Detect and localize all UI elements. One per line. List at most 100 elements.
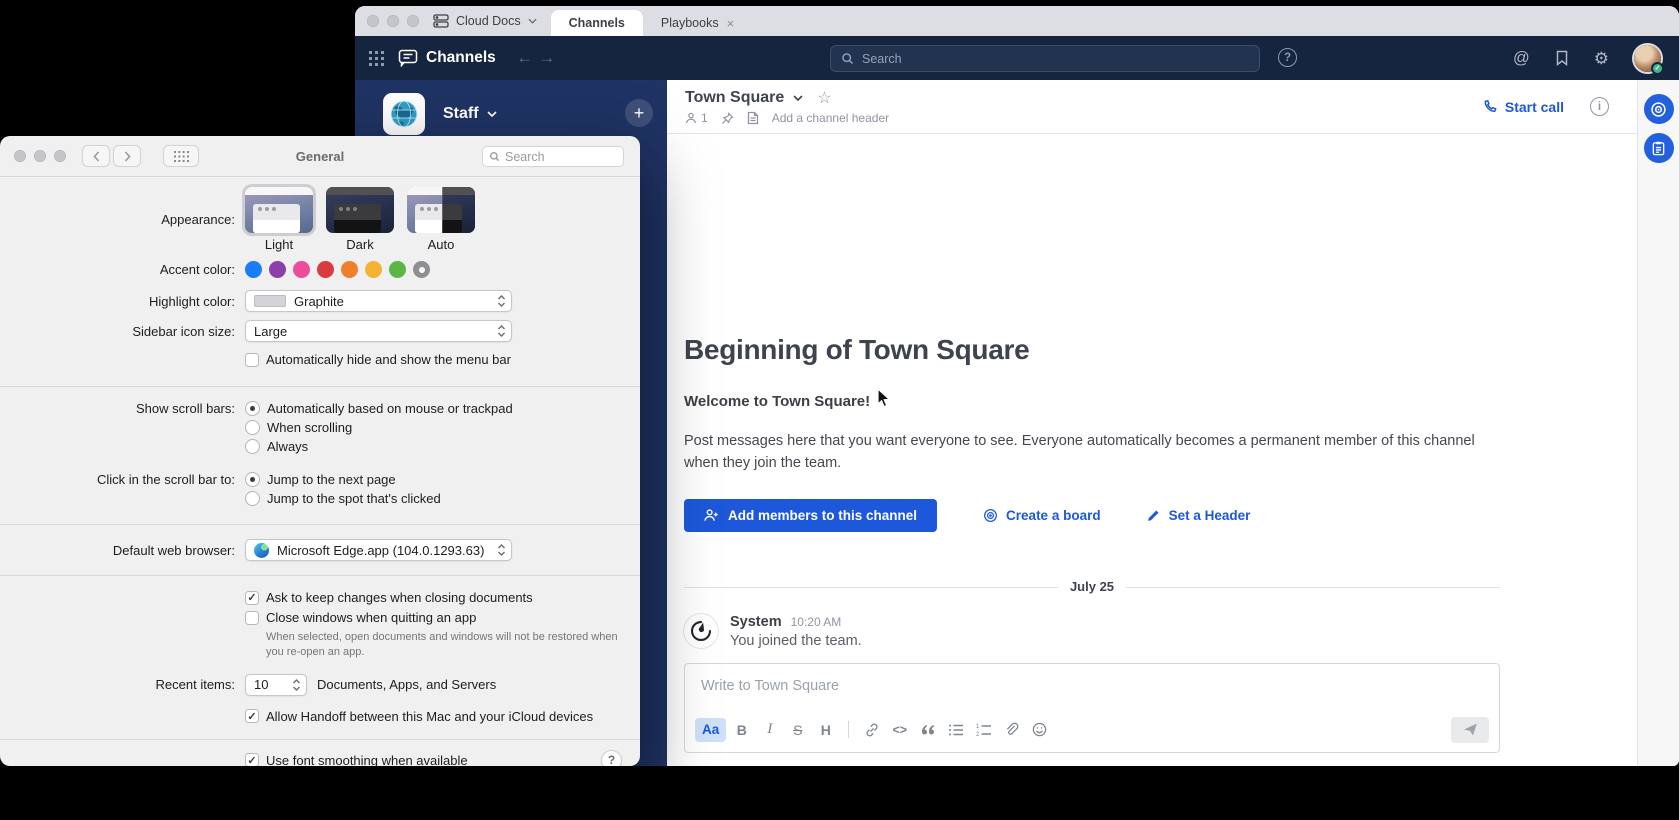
recent-items-dropdown[interactable]: 10 <box>245 674 307 696</box>
chevron-down-icon[interactable] <box>793 95 803 101</box>
accent-pink[interactable] <box>293 261 310 278</box>
member-icon <box>685 112 697 124</box>
appearance-option-dark[interactable]: Dark <box>326 187 394 252</box>
link-icon[interactable] <box>859 718 884 742</box>
history-back-icon[interactable]: ← <box>514 48 536 68</box>
start-call-button[interactable]: Start call <box>1483 99 1564 115</box>
keep-changes-checkbox[interactable]: ✓ Ask to keep changes when closing docum… <box>245 590 640 605</box>
bold-button[interactable]: B <box>729 718 754 742</box>
bulleted-list-icon[interactable] <box>943 718 968 742</box>
member-count[interactable]: 1 <box>685 111 708 125</box>
close-windows-checkbox[interactable]: ✓ Close windows when quitting an app <box>245 610 640 625</box>
add-channel-header-link[interactable]: Add a channel header <box>772 111 889 125</box>
global-header: Channels ← → ? @ ⚙ ✓ <box>355 36 1679 80</box>
scroll-click-next-page[interactable]: Jump to the next page <box>245 472 640 487</box>
channel-panel: Town Square ☆ 1 <box>667 80 1637 766</box>
italic-button[interactable]: I <box>757 718 782 742</box>
message-input[interactable] <box>701 678 1483 694</box>
server-menu[interactable]: Cloud Docs <box>429 6 551 36</box>
accent-yellow[interactable] <box>365 261 382 278</box>
show-all-grid-icon[interactable] <box>163 145 199 167</box>
tab-playbooks[interactable]: Playbooks × <box>643 10 752 36</box>
prefs-search-input[interactable] <box>505 150 617 164</box>
code-icon[interactable]: <> <box>887 718 912 742</box>
default-browser-label: Default web browser: <box>0 543 245 558</box>
heading-button[interactable]: H <box>813 718 838 742</box>
add-person-icon <box>704 508 719 522</box>
accent-orange[interactable] <box>341 261 358 278</box>
add-members-button[interactable]: Add members to this channel <box>684 499 937 532</box>
header-actions: @ ⚙ ✓ <box>1513 45 1661 72</box>
favorite-star-icon[interactable]: ☆ <box>817 88 831 108</box>
channel-name[interactable]: Town Square <box>685 89 784 107</box>
message-author: System <box>730 614 782 630</box>
zoom-window-button[interactable] <box>407 15 419 27</box>
history-forward-icon[interactable]: → <box>536 48 558 68</box>
team-header[interactable]: Staff <box>355 80 667 135</box>
boards-app-icon[interactable] <box>1644 94 1674 124</box>
scrollbars-option-when-scrolling[interactable]: When scrolling <box>245 420 640 435</box>
date-label[interactable]: July 25 <box>1058 579 1126 594</box>
accent-red[interactable] <box>317 261 334 278</box>
mentions-icon[interactable]: @ <box>1513 49 1530 68</box>
close-window-button[interactable] <box>14 150 26 162</box>
accent-purple[interactable] <box>269 261 286 278</box>
help-button[interactable]: ? <box>601 750 622 766</box>
scrollbars-option-always[interactable]: Always <box>245 439 640 454</box>
minimize-window-button[interactable] <box>34 150 46 162</box>
stepper-icon <box>292 678 301 692</box>
strikethrough-button[interactable]: S <box>785 718 810 742</box>
forward-button[interactable] <box>113 145 141 167</box>
add-channel-button[interactable]: + <box>625 99 653 127</box>
settings-gear-icon[interactable]: ⚙ <box>1594 50 1609 67</box>
channel-welcome-title: Welcome to Town Square! <box>684 393 1500 410</box>
attachment-icon[interactable] <box>999 718 1024 742</box>
quote-icon[interactable] <box>915 718 940 742</box>
channel-info-icon[interactable]: i <box>1590 97 1609 116</box>
product-switcher-icon[interactable] <box>369 51 384 66</box>
user-avatar[interactable]: ✓ <box>1634 45 1661 72</box>
saved-posts-icon[interactable] <box>1555 50 1569 66</box>
chevron-down-icon <box>528 18 537 24</box>
sidebar-icon-size-dropdown[interactable]: Large <box>245 320 512 342</box>
formatting-toggle-button[interactable]: Aa <box>695 718 726 742</box>
zoom-window-button[interactable] <box>54 150 66 162</box>
back-button[interactable] <box>82 145 110 167</box>
set-header-button[interactable]: Set a Header <box>1147 508 1251 523</box>
send-message-button[interactable] <box>1451 717 1489 743</box>
online-status-badge: ✓ <box>1651 62 1664 75</box>
channel-files-icon[interactable] <box>747 111 759 125</box>
accent-graphite-selected[interactable] <box>413 261 430 278</box>
global-search[interactable] <box>830 45 1260 72</box>
search-icon <box>841 52 854 65</box>
chat-icon <box>398 49 418 67</box>
handoff-checkbox[interactable]: ✓ Allow Handoff between this Mac and you… <box>245 709 640 724</box>
appearance-option-light[interactable]: Light <box>245 187 313 252</box>
accent-green[interactable] <box>389 261 406 278</box>
create-board-button[interactable]: Create a board <box>983 508 1101 523</box>
minimize-window-button[interactable] <box>387 15 399 27</box>
emoji-icon[interactable] <box>1027 718 1052 742</box>
close-window-button[interactable] <box>367 15 379 27</box>
hide-menubar-checkbox[interactable]: ✓ Automatically hide and show the menu b… <box>245 352 640 367</box>
app-rail <box>1637 80 1679 766</box>
date-divider: July 25 <box>684 578 1500 596</box>
font-smoothing-checkbox[interactable]: ✓ Use font smoothing when available <box>245 753 468 766</box>
prefs-search[interactable] <box>482 146 624 167</box>
highlight-color-dropdown[interactable]: Graphite <box>245 290 512 312</box>
search-icon <box>489 151 500 162</box>
appearance-option-auto[interactable]: Auto <box>407 187 475 252</box>
close-tab-icon[interactable]: × <box>727 16 735 31</box>
search-input[interactable] <box>862 52 1249 66</box>
playbooks-app-icon[interactable] <box>1644 133 1674 163</box>
default-browser-dropdown[interactable]: Microsoft Edge.app (104.0.1293.63) <box>245 539 512 561</box>
toolbar-divider <box>848 721 849 738</box>
stepper-icon <box>497 543 506 557</box>
help-icon[interactable]: ? <box>1278 48 1297 67</box>
accent-blue[interactable] <box>245 261 262 278</box>
scrollbars-option-auto[interactable]: Automatically based on mouse or trackpad <box>245 401 640 416</box>
scroll-click-spot[interactable]: Jump to the spot that's clicked <box>245 491 640 506</box>
pinned-posts-icon[interactable] <box>721 112 734 125</box>
numbered-list-icon[interactable]: 1 2 <box>971 718 996 742</box>
tab-channels[interactable]: Channels <box>551 10 643 36</box>
